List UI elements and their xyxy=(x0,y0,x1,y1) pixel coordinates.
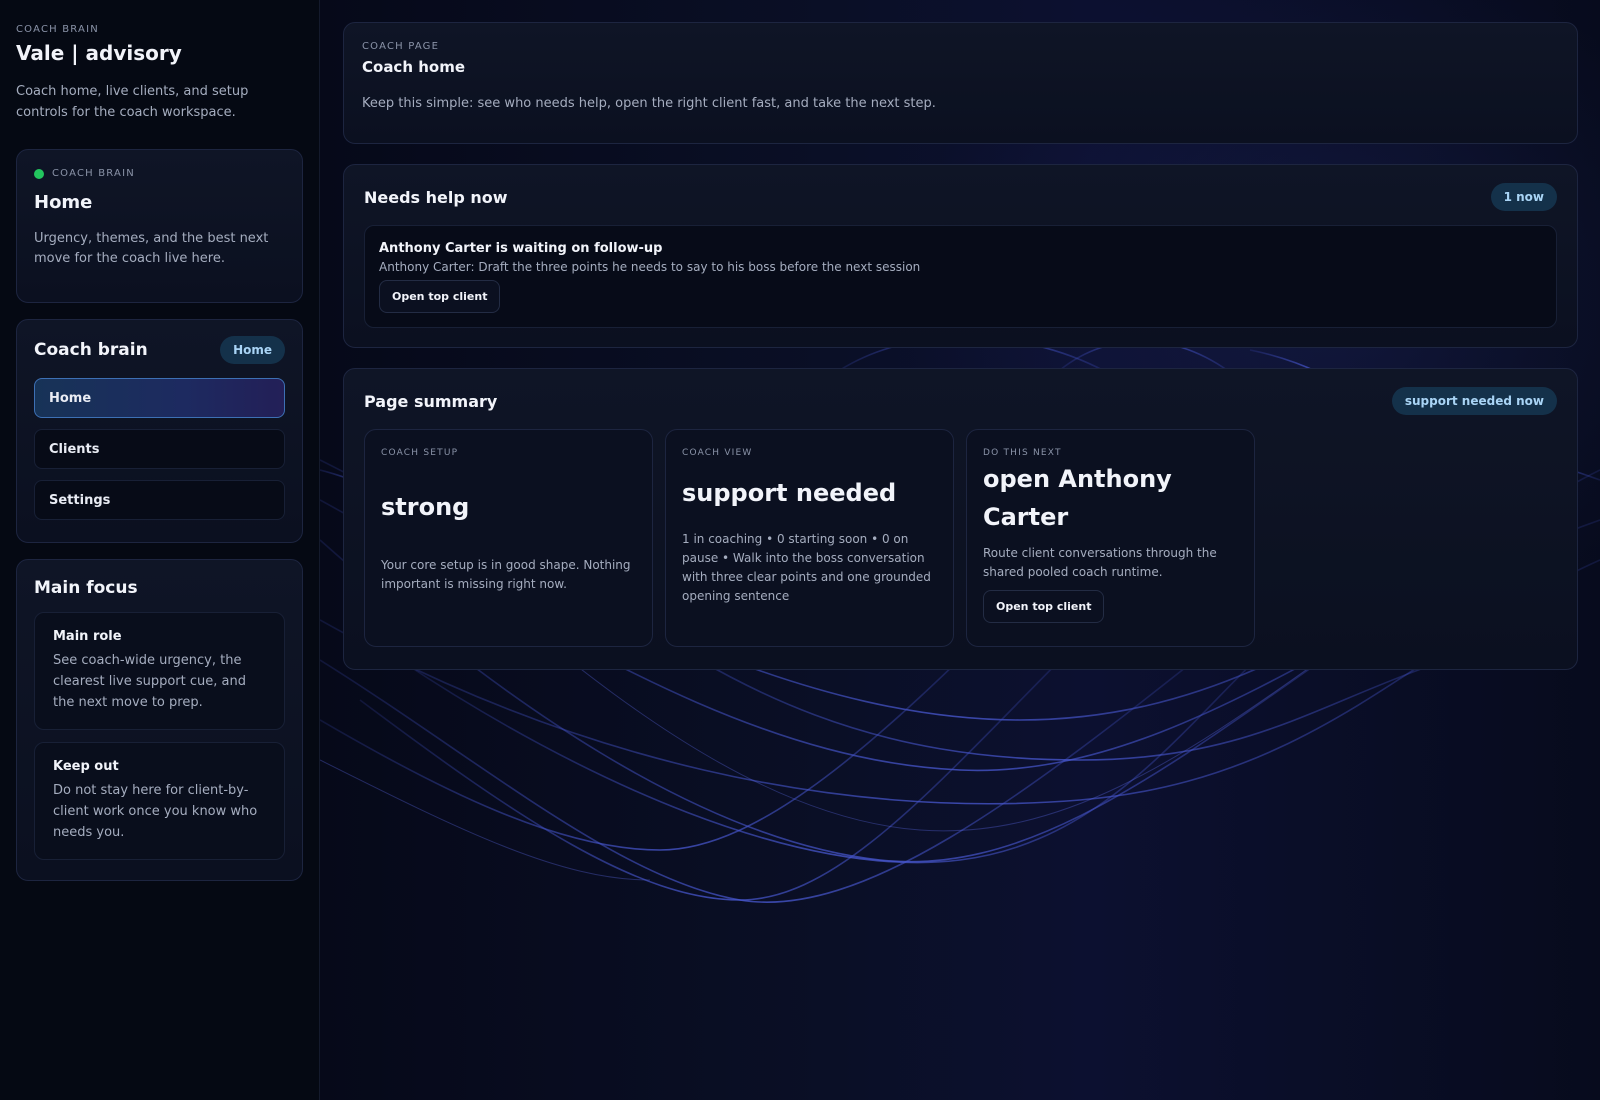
nav-header: Coach brain Home xyxy=(34,336,285,364)
brand-description: Coach home, live clients, and setup cont… xyxy=(16,84,249,120)
summary-card-eyebrow: COACH SETUP xyxy=(381,448,459,458)
page-eyebrow: COACH PAGE xyxy=(362,41,440,52)
sidebar-item-home[interactable]: Home xyxy=(34,378,285,418)
summary-card-eyebrow: DO THIS NEXT xyxy=(983,448,1062,458)
page-header: COACH PAGE Coach home Keep this simple: … xyxy=(343,22,1578,144)
summary-card-coach-view: COACH VIEW support needed 1 in coaching … xyxy=(665,429,954,647)
summary-card-text: Route client conversations through the s… xyxy=(983,546,1217,579)
main-content: COACH PAGE Coach home Keep this simple: … xyxy=(320,0,1600,1100)
sidebar-item-clients[interactable]: Clients xyxy=(34,429,285,469)
focus-card: Main focus Main role See coach-wide urge… xyxy=(16,559,303,881)
focus-item-main-role: Main role See coach-wide urgency, the cl… xyxy=(34,612,285,730)
status-row: COACH BRAIN xyxy=(34,168,285,179)
brand-eyebrow: COACH BRAIN xyxy=(16,24,99,35)
alert-description: Anthony Carter: Draft the three points h… xyxy=(379,260,921,274)
status-card: COACH BRAIN Home Urgency, themes, and th… xyxy=(16,149,303,303)
focus-item-title: Main role xyxy=(53,629,122,644)
alert-item: Anthony Carter is waiting on follow-up A… xyxy=(364,225,1557,328)
summary-card-coach-setup: COACH SETUP strong Your core setup is in… xyxy=(364,429,653,647)
open-top-client-button[interactable]: Open top client xyxy=(379,280,501,313)
status-description: Urgency, themes, and the best next move … xyxy=(34,231,269,266)
summary-card-value: support needed xyxy=(682,479,897,507)
page-summary-section: Page summary support needed now COACH SE… xyxy=(343,368,1578,670)
brand-title: Vale | advisory xyxy=(16,41,182,65)
nav-title: Coach brain xyxy=(34,340,148,360)
summary-card-do-this-next: DO THIS NEXT open Anthony Carter Route c… xyxy=(966,429,1255,647)
alert-title: Anthony Carter is waiting on follow-up xyxy=(379,241,663,256)
open-top-client-button[interactable]: Open top client xyxy=(983,590,1105,623)
status-dot-icon xyxy=(34,168,44,179)
summary-card-value: strong xyxy=(381,493,470,521)
summary-card-text: Your core setup is in good shape. Nothin… xyxy=(381,558,631,591)
focus-item-text: Do not stay here for client-by-client wo… xyxy=(53,783,258,840)
needs-help-title: Needs help now xyxy=(364,187,508,207)
app-root: COACH BRAIN Vale | advisory Coach home, … xyxy=(0,0,1600,1100)
status-title: Home xyxy=(34,192,93,213)
needs-help-count-badge: 1 now xyxy=(1490,183,1557,211)
summary-card-eyebrow: COACH VIEW xyxy=(682,448,753,458)
summary-header: Page summary support needed now xyxy=(364,387,1557,415)
status-eyebrow: COACH BRAIN xyxy=(52,168,135,179)
sidebar: COACH BRAIN Vale | advisory Coach home, … xyxy=(0,0,320,1100)
summary-badge: support needed now xyxy=(1391,387,1557,415)
focus-item-title: Keep out xyxy=(53,759,119,774)
needs-help-header: Needs help now 1 now xyxy=(364,183,1557,211)
focus-item-keep-out: Keep out Do not stay here for client-by-… xyxy=(34,742,285,860)
needs-help-section: Needs help now 1 now Anthony Carter is w… xyxy=(343,164,1578,348)
summary-title: Page summary xyxy=(364,391,498,411)
focus-title: Main focus xyxy=(34,578,138,598)
focus-item-text: See coach-wide urgency, the clearest liv… xyxy=(53,653,246,710)
page-description: Keep this simple: see who needs help, op… xyxy=(362,96,936,111)
nav-badge: Home xyxy=(220,336,285,364)
summary-cards: COACH SETUP strong Your core setup is in… xyxy=(364,429,1557,647)
page-title: Coach home xyxy=(362,58,466,76)
summary-card-value: open Anthony Carter xyxy=(983,465,1172,531)
summary-card-text: 1 in coaching • 0 starting soon • 0 on p… xyxy=(682,532,931,603)
sidebar-item-settings[interactable]: Settings xyxy=(34,480,285,520)
nav-card: Coach brain Home Home Clients Settings xyxy=(16,319,303,543)
